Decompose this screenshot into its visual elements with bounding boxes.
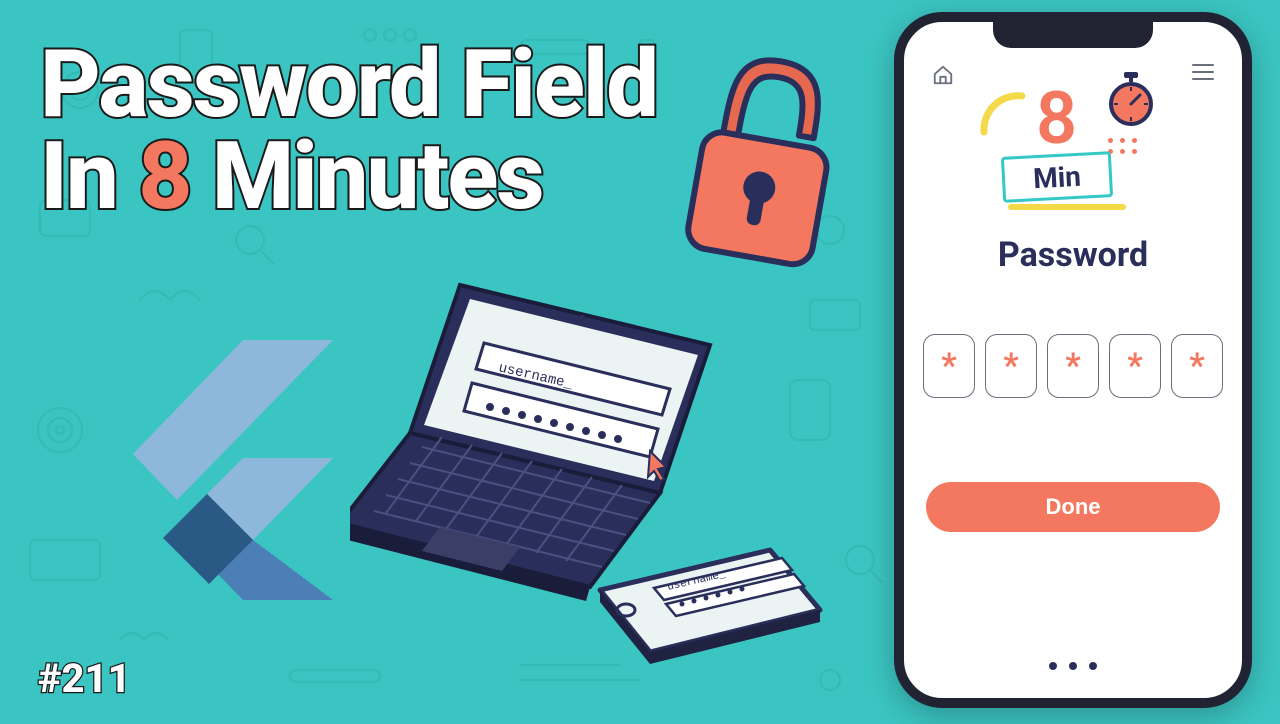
pin-box[interactable]: * [985, 334, 1037, 398]
badge-min-label: Min [1032, 159, 1081, 194]
pin-box[interactable]: * [923, 334, 975, 398]
password-title: Password [904, 235, 1242, 275]
pin-box[interactable]: * [1171, 334, 1223, 398]
pin-box[interactable]: * [1109, 334, 1161, 398]
badge-underline [1008, 204, 1126, 210]
phone-notch [993, 20, 1153, 48]
padlock-icon [661, 27, 868, 283]
done-button[interactable]: Done [926, 482, 1220, 532]
flutter-logo-icon [125, 340, 335, 600]
main-title: Password Field In 8 Minutes [40, 38, 657, 222]
pin-box[interactable]: * [1047, 334, 1099, 398]
menu-icon[interactable] [1192, 64, 1214, 90]
pin-row: * * * * * [904, 334, 1242, 398]
eight-min-badge: 8 Min [978, 72, 1168, 217]
badge-min-box: Min [1001, 151, 1113, 203]
phone-mockup: 8 Min Password * * * * * Done [894, 12, 1252, 708]
title-line-1: Password Field [40, 38, 657, 130]
miniphone-illustration: username_ [570, 540, 840, 700]
page-indicator [1049, 662, 1097, 670]
badge-number: 8 [1036, 76, 1077, 161]
home-icon[interactable] [932, 64, 954, 90]
episode-number: #211 [38, 655, 131, 702]
title-line-2: In 8 Minutes [40, 130, 657, 222]
stopwatch-icon [1106, 72, 1156, 130]
title-accent: 8 [138, 121, 190, 231]
swish-icon [974, 86, 1034, 146]
badge-dots [1108, 138, 1138, 154]
